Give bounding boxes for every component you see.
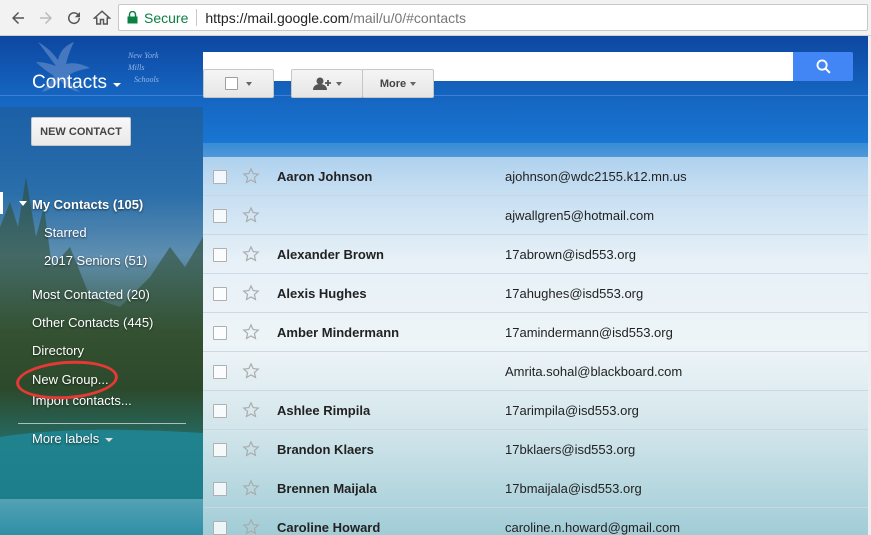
contact-row[interactable]: Amber Mindermann 17amindermann@isd553.org <box>203 313 868 352</box>
row-checkbox[interactable] <box>213 248 227 262</box>
contact-email: 17bklaers@isd553.org <box>505 442 636 457</box>
contact-row[interactable]: ajwallgren5@hotmail.com <box>203 196 868 235</box>
sidebar-item-my-contacts[interactable]: My Contacts (105) <box>32 197 143 212</box>
row-checkbox[interactable] <box>213 365 227 379</box>
forward-icon[interactable] <box>34 6 58 30</box>
contact-email: ajohnson@wdc2155.k12.mn.us <box>505 169 687 184</box>
url-host: https://mail.google.com <box>205 9 350 26</box>
row-checkbox[interactable] <box>213 521 227 535</box>
sidebar-item-other-contacts[interactable]: Other Contacts (445) <box>32 315 153 330</box>
star-icon[interactable] <box>241 400 261 420</box>
row-checkbox[interactable] <box>213 287 227 301</box>
star-icon[interactable] <box>241 322 261 342</box>
add-person-icon <box>313 77 331 90</box>
sidebar-item-most-contacted[interactable]: Most Contacted (20) <box>32 287 150 302</box>
url-path: /mail/u/0/#contacts <box>349 9 467 26</box>
contact-email: 17abrown@isd553.org <box>505 247 637 262</box>
selected-indicator <box>0 192 3 214</box>
contact-name: Brandon Klaers <box>277 442 374 457</box>
contact-name: Brennen Maijala <box>277 481 377 496</box>
sidebar-item-directory[interactable]: Directory <box>32 343 84 358</box>
sidebar-divider <box>18 423 186 424</box>
contact-row[interactable]: Ashlee Rimpila 17arimpila@isd553.org <box>203 391 868 430</box>
new-contact-button[interactable]: NEW CONTACT <box>31 117 131 146</box>
sidebar-item-starred[interactable]: Starred <box>44 225 87 240</box>
address-bar[interactable]: Secure https://mail.google.com/mail/u/0/… <box>118 4 868 31</box>
expand-triangle-icon[interactable] <box>19 201 27 206</box>
contact-name: Aaron Johnson <box>277 169 373 184</box>
add-to-group-button[interactable] <box>291 69 363 98</box>
sidebar-item-2017-seniors[interactable]: 2017 Seniors (51) <box>44 253 147 268</box>
star-icon[interactable] <box>241 361 261 381</box>
contact-row[interactable]: Brennen Maijala 17bmaijala@isd553.org <box>203 469 868 508</box>
search-icon <box>816 59 831 74</box>
star-icon[interactable] <box>241 244 261 264</box>
star-icon[interactable] <box>241 439 261 459</box>
row-checkbox[interactable] <box>213 443 227 457</box>
sidebar-item-more-labels[interactable]: More labels <box>32 431 114 446</box>
contact-row[interactable]: Alexander Brown 17abrown@isd553.org <box>203 235 868 274</box>
contact-name: Ashlee Rimpila <box>277 403 371 418</box>
contact-row[interactable]: Brandon Klaers 17bklaers@isd553.org <box>203 430 868 469</box>
contact-row[interactable]: Alexis Hughes 17ahughes@isd553.org <box>203 274 868 313</box>
more-label: More <box>379 77 407 90</box>
contact-name: Alexis Hughes <box>277 286 367 301</box>
chevron-down-icon <box>410 81 417 86</box>
contact-row[interactable]: Amrita.sohal@blackboard.com <box>203 352 868 391</box>
contact-email: 17amindermann@isd553.org <box>505 325 673 340</box>
star-icon[interactable] <box>241 283 261 303</box>
contact-name: Alexander Brown <box>277 247 384 262</box>
back-icon[interactable] <box>6 6 30 30</box>
contact-email: caroline.n.howard@gmail.com <box>505 520 681 535</box>
contact-email: Amrita.sohal@blackboard.com <box>505 364 683 379</box>
chevron-down-icon <box>336 81 342 86</box>
row-checkbox[interactable] <box>213 326 227 340</box>
contact-row[interactable]: Caroline Howard caroline.n.howard@gmail.c… <box>203 508 868 535</box>
contact-list: Aaron Johnson ajohnson@wdc2155.k12.mn.us a… <box>203 143 868 535</box>
browser-toolbar: Secure https://mail.google.com/mail/u/0/… <box>0 0 871 36</box>
chevron-down-icon <box>246 81 252 86</box>
more-button[interactable]: More <box>362 69 434 98</box>
star-icon[interactable] <box>241 205 261 225</box>
chevron-down-icon <box>105 438 114 442</box>
contact-name: Caroline Howard <box>277 520 381 535</box>
contact-email: 17bmaijala@isd553.org <box>505 481 642 496</box>
contact-email: ajwallgren5@hotmail.com <box>505 208 655 223</box>
logo-text-line1: New York Mills <box>128 51 159 72</box>
contact-name: Amber Mindermann <box>277 325 400 340</box>
star-icon[interactable] <box>241 166 261 186</box>
star-icon[interactable] <box>241 517 261 535</box>
chevron-down-icon <box>112 82 121 87</box>
contact-email: 17arimpila@isd553.org <box>505 403 639 418</box>
row-checkbox[interactable] <box>213 404 227 418</box>
logo-text: New York Mills Schools <box>128 50 170 86</box>
search-button[interactable] <box>793 52 853 81</box>
row-checkbox[interactable] <box>213 482 227 496</box>
logo-text-line2: Schools <box>134 75 159 84</box>
contact-email: 17ahughes@isd553.org <box>505 286 644 301</box>
top-bar: New York Mills Schools <box>0 36 871 96</box>
row-checkbox[interactable] <box>213 170 227 184</box>
contacts-title: Contacts <box>32 72 107 93</box>
row-checkbox[interactable] <box>213 209 227 223</box>
home-icon[interactable] <box>90 6 114 30</box>
reload-icon[interactable] <box>62 6 86 30</box>
star-icon[interactable] <box>241 478 261 498</box>
secure-label: Secure <box>144 9 189 26</box>
more-labels-label: More labels <box>32 431 100 446</box>
contacts-menu[interactable]: Contacts <box>32 72 121 94</box>
checkbox-icon <box>225 77 238 90</box>
select-checkbox-button[interactable] <box>203 69 274 98</box>
contact-row[interactable]: Aaron Johnson ajohnson@wdc2155.k12.mn.us <box>203 157 868 196</box>
lock-icon <box>127 11 138 24</box>
divider <box>196 9 198 26</box>
